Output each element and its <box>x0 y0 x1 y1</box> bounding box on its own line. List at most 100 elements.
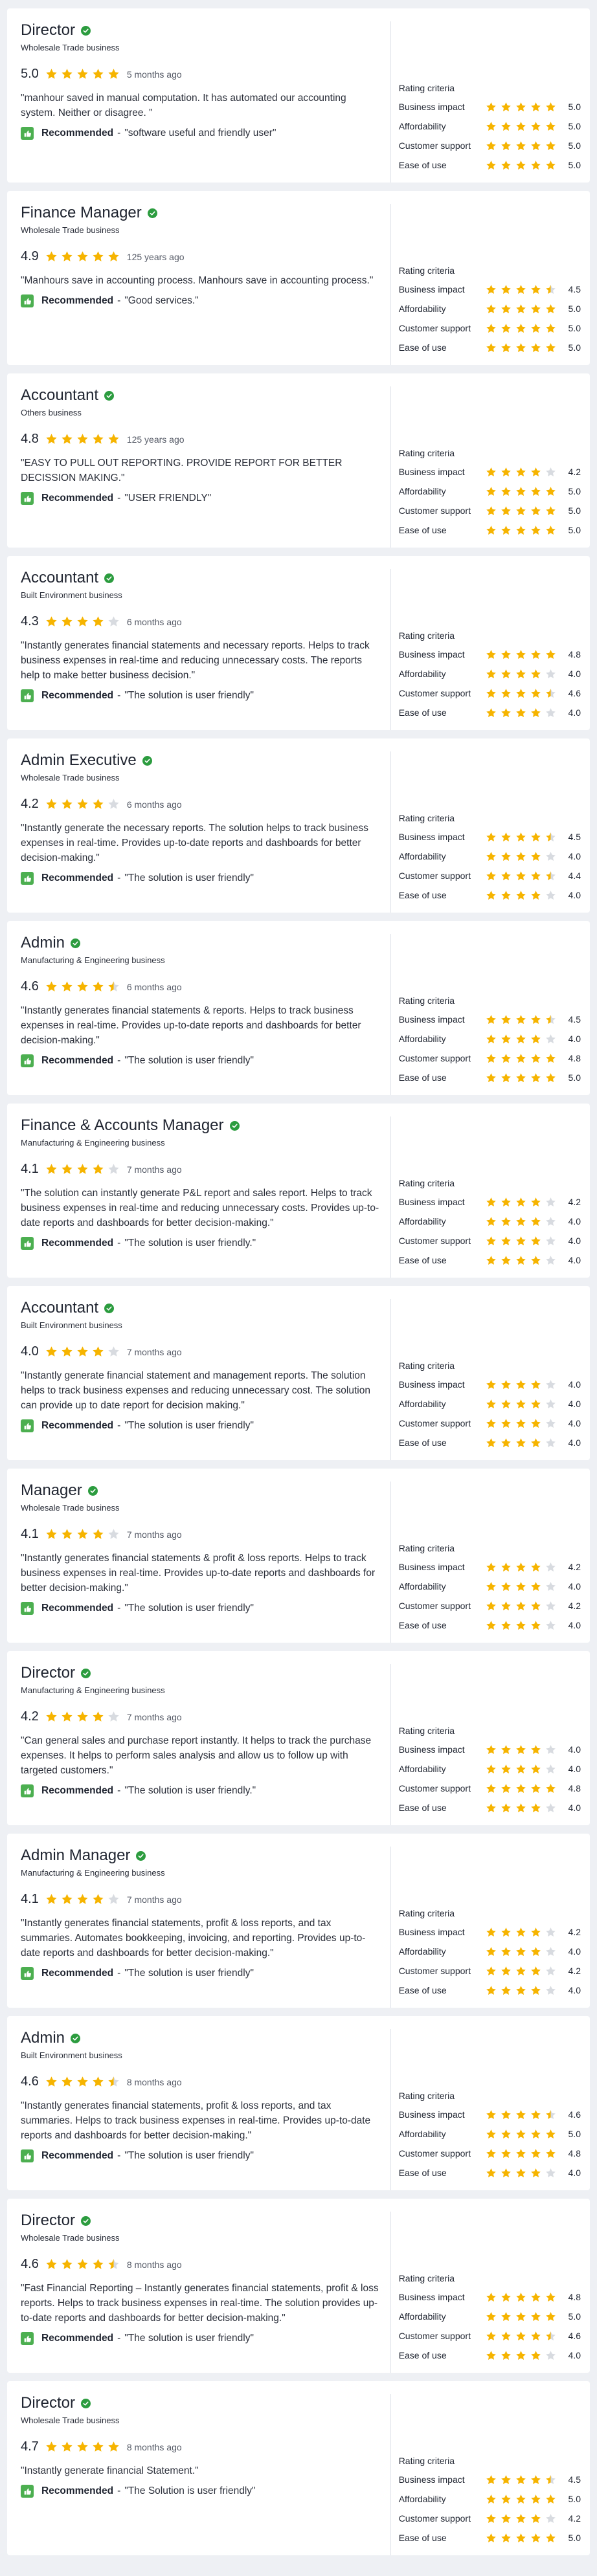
recommended-label: Recommended <box>41 1785 114 1796</box>
review-card: Director Manufacturing & Engineering bus… <box>7 1651 590 1825</box>
review-date: 6 months ago <box>126 799 182 810</box>
criteria-stars <box>486 304 560 315</box>
criteria-value: 4.2 <box>568 1927 581 1937</box>
criteria-label: Business impact <box>398 1744 465 1755</box>
recommend-quote: "The solution is user friendly." <box>124 1238 256 1249</box>
reviewer-industry: Manufacturing & Engineering business <box>21 955 165 965</box>
thumbs-up-icon <box>21 1237 34 1250</box>
criteria-value: 4.0 <box>568 851 581 861</box>
criteria-stars <box>486 1418 560 1429</box>
reviewer-role: Accountant <box>21 569 99 586</box>
review-date: 125 years ago <box>126 434 185 445</box>
thumbs-up-icon <box>21 872 34 885</box>
recommended-label: Recommended <box>41 2485 114 2496</box>
rating-criteria-title: Rating criteria <box>398 995 455 1006</box>
criteria-stars <box>486 1034 560 1045</box>
criteria-value: 4.0 <box>568 1744 581 1755</box>
criteria-row-customer-support: Customer support 5.0 <box>399 322 581 334</box>
criteria-row-affordability: Affordability 5.0 <box>399 485 581 497</box>
star-icon <box>486 1053 496 1063</box>
star-icon <box>546 121 556 131</box>
star-icon <box>516 1034 526 1043</box>
star-icon <box>531 284 541 294</box>
star-icon <box>501 2350 511 2360</box>
star-icon <box>531 2494 541 2504</box>
criteria-value: 4.0 <box>568 1985 581 1995</box>
rating-criteria-panel: Rating criteria Business impact 4.2 Afford… <box>390 386 581 548</box>
star-icon <box>531 669 541 678</box>
criteria-value: 5.0 <box>568 121 581 131</box>
star-icon <box>546 323 556 333</box>
criteria-label: Affordability <box>398 1946 446 1957</box>
recommend-separator: - <box>117 2485 121 2496</box>
recommend-separator: - <box>117 493 121 504</box>
star-icon <box>77 2076 88 2087</box>
review-main: Admin Built Environment business 4.6 8 m… <box>21 2029 390 2190</box>
star-icon <box>77 2259 88 2269</box>
criteria-value: 4.8 <box>568 2148 581 2159</box>
criteria-stars <box>486 121 560 132</box>
star-icon <box>546 669 556 678</box>
star-icon <box>531 2513 541 2523</box>
star-icon <box>501 121 511 131</box>
star-icon <box>501 2292 511 2302</box>
star-icon <box>501 102 511 111</box>
star-icon <box>62 1346 73 1357</box>
criteria-stars <box>486 1620 560 1631</box>
star-icon <box>486 2109 496 2119</box>
recommend-quote: "Good services." <box>124 295 199 306</box>
star-icon <box>516 1236 526 1245</box>
criteria-label: Business impact <box>398 1014 465 1025</box>
star-icon <box>546 1418 556 1428</box>
criteria-stars <box>486 2474 560 2485</box>
rating-criteria-panel: Rating criteria Business impact 5.0 Afford… <box>390 21 581 183</box>
criteria-value: 5.0 <box>568 342 581 353</box>
star-icon <box>46 251 57 261</box>
reviewer-role: Admin Manager <box>21 1847 131 1864</box>
review-date: 5 months ago <box>126 69 182 80</box>
overall-stars <box>45 2258 123 2271</box>
criteria-label: Ease of use <box>398 2168 447 2178</box>
star-icon <box>516 2350 526 2360</box>
criteria-stars <box>486 2148 560 2159</box>
star-icon <box>93 799 104 809</box>
star-icon <box>486 2129 496 2138</box>
recommended-label: Recommended <box>41 128 114 139</box>
criteria-label: Customer support <box>398 1418 471 1428</box>
star-icon <box>108 616 119 627</box>
star-icon <box>531 140 541 150</box>
star-icon <box>486 1072 496 1082</box>
criteria-label: Customer support <box>398 1236 471 1246</box>
criteria-label: Business impact <box>398 1562 465 1572</box>
criteria-label: Ease of use <box>398 2350 447 2360</box>
star-icon <box>546 486 556 496</box>
criteria-row-affordability: Affordability 4.0 <box>399 1763 581 1775</box>
overall-rating: 4.7 <box>21 2439 39 2454</box>
star-icon <box>531 1379 541 1389</box>
star-icon <box>501 851 511 861</box>
criteria-label: Business impact <box>398 284 465 294</box>
star-icon <box>546 688 556 698</box>
criteria-row-ease-of-use: Ease of use 4.0 <box>399 707 581 718</box>
review-date: 6 months ago <box>126 981 182 992</box>
criteria-value: 4.2 <box>568 1197 581 1207</box>
star-icon <box>531 2331 541 2340</box>
criteria-label: Affordability <box>398 1399 446 1409</box>
criteria-label: Customer support <box>398 1601 471 1611</box>
criteria-value: 4.2 <box>568 467 581 477</box>
criteria-value: 4.5 <box>568 2474 581 2485</box>
recommendation: Recommended - "The solution is user frie… <box>21 2149 383 2162</box>
verified-check-icon <box>104 1303 115 1313</box>
star-icon <box>62 2076 73 2087</box>
criteria-stars <box>486 1764 560 1775</box>
review-card: Director Wholesale Trade business 4.6 8 … <box>7 2199 590 2373</box>
reviewer-role: Director <box>21 2212 76 2229</box>
criteria-label: Affordability <box>398 1034 446 1044</box>
star-icon <box>531 707 541 717</box>
star-icon <box>501 505 511 515</box>
star-icon <box>546 140 556 150</box>
thumbs-up-icon <box>21 2149 34 2162</box>
recommend-separator: - <box>117 128 121 139</box>
criteria-stars <box>486 2311 560 2322</box>
star-icon <box>516 140 526 150</box>
